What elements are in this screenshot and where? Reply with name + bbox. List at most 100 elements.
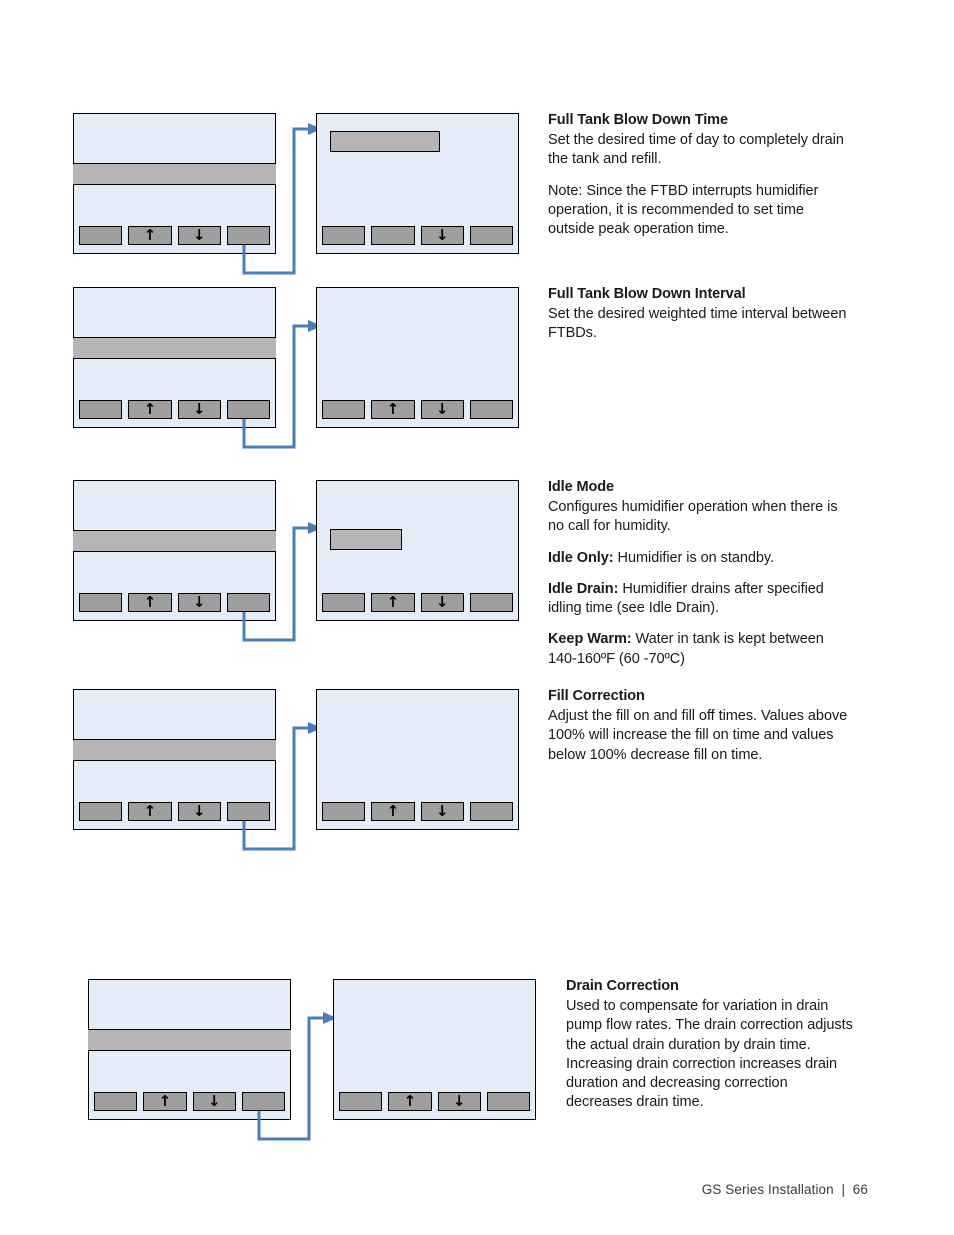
- softkey-enter[interactable]: [226, 593, 270, 612]
- softkey-down-arrow[interactable]: ↓: [192, 1091, 236, 1111]
- section-fill-correction: Fill Correction Adjust the fill on and f…: [548, 687, 854, 765]
- softkey-down-arrow[interactable]: ↓: [437, 1091, 481, 1111]
- softkey-1[interactable]: [322, 226, 366, 245]
- softkey-row: ↑ ↓: [317, 400, 518, 419]
- definition-keep-warm: Keep Warm: Water in tank is kept between…: [548, 630, 854, 669]
- softkey-up-arrow[interactable]: ↑: [388, 1091, 432, 1111]
- softkey-row: ↑ ↓: [74, 802, 275, 821]
- softkey-1[interactable]: [339, 1092, 383, 1111]
- softkey-down-arrow[interactable]: ↓: [177, 399, 221, 419]
- up-arrow-icon: ↑: [386, 399, 400, 418]
- down-arrow-icon: ↓: [435, 399, 449, 418]
- softkey-down-arrow[interactable]: ↓: [177, 592, 221, 612]
- definition-idle-drain: Idle Drain: Humidifier drains after spec…: [548, 580, 854, 619]
- definition-term: Keep Warm:: [548, 631, 632, 648]
- softkey-1[interactable]: [79, 593, 123, 612]
- menu-highlight-row: [73, 530, 276, 552]
- softkey-down-arrow[interactable]: ↓: [420, 399, 464, 419]
- down-arrow-icon: ↓: [452, 1091, 466, 1110]
- menu-screen-idle-mode[interactable]: ↑ ↓: [73, 480, 276, 621]
- section-note: Note: Since the FTBD interrupts humidifi…: [548, 182, 819, 238]
- softkey-2[interactable]: [371, 226, 415, 245]
- softkey-row: ↑ ↓: [317, 593, 518, 612]
- softkey-up-arrow[interactable]: ↑: [371, 801, 415, 821]
- softkey-up-arrow[interactable]: ↑: [128, 801, 172, 821]
- softkey-1[interactable]: [94, 1092, 138, 1111]
- down-arrow-icon: ↓: [435, 801, 449, 820]
- down-arrow-icon: ↓: [207, 1091, 221, 1110]
- menu-screen-ftbd-interval[interactable]: ↑ ↓: [73, 287, 276, 428]
- up-arrow-icon: ↑: [386, 801, 400, 820]
- softkey-1[interactable]: [322, 802, 366, 821]
- down-arrow-icon: ↓: [192, 225, 206, 244]
- up-arrow-icon: ↑: [143, 801, 157, 820]
- detail-screen-idle-mode[interactable]: ↑ ↓: [316, 480, 519, 621]
- menu-highlight-row: [88, 1029, 291, 1051]
- up-arrow-icon: ↑: [158, 1091, 172, 1110]
- detail-value-highlight: [330, 131, 440, 152]
- softkey-down-arrow[interactable]: ↓: [420, 801, 464, 821]
- definition-idle-only: Idle Only: Humidifier is on standby.: [548, 549, 854, 568]
- softkey-enter[interactable]: [226, 802, 270, 821]
- softkey-down-arrow[interactable]: ↓: [420, 592, 464, 612]
- softkey-up-arrow[interactable]: ↑: [128, 592, 172, 612]
- softkey-enter[interactable]: [226, 226, 270, 245]
- section-paragraph: Set the desired time of day to completel…: [548, 132, 844, 168]
- softkey-down-arrow[interactable]: ↓: [177, 801, 221, 821]
- softkey-1[interactable]: [79, 226, 123, 245]
- softkey-4[interactable]: [469, 400, 513, 419]
- section-title: Fill Correction: [548, 688, 645, 704]
- softkey-up-arrow[interactable]: ↑: [143, 1091, 187, 1111]
- detail-screen-ftbd-interval[interactable]: ↑ ↓: [316, 287, 519, 428]
- menu-screen-drain-correction[interactable]: ↑ ↓: [88, 979, 291, 1120]
- section-paragraph: Adjust the fill on and fill off times. V…: [548, 708, 848, 763]
- menu-highlight-row: [73, 163, 276, 185]
- softkey-row: ↑ ↓: [317, 802, 518, 821]
- up-arrow-icon: ↑: [143, 592, 157, 611]
- up-arrow-icon: ↑: [386, 592, 400, 611]
- softkey-up-arrow[interactable]: ↑: [128, 226, 172, 245]
- page-footer: GS Series Installation | 66: [701, 1182, 868, 1197]
- detail-value-highlight: [330, 529, 402, 550]
- section-title: Drain Correction: [566, 978, 679, 994]
- softkey-row: ↑ ↓: [74, 226, 275, 245]
- softkey-4[interactable]: [469, 226, 513, 245]
- softkey-row: ↓: [317, 226, 518, 245]
- detail-screen-drain-correction[interactable]: ↑ ↓: [333, 979, 536, 1120]
- up-arrow-icon: ↑: [403, 1091, 417, 1110]
- down-arrow-icon: ↓: [435, 225, 449, 244]
- softkey-1[interactable]: [322, 593, 366, 612]
- softkey-4[interactable]: [469, 802, 513, 821]
- softkey-1[interactable]: [79, 802, 123, 821]
- softkey-row: ↑ ↓: [89, 1092, 290, 1111]
- detail-screen-ftbd-time[interactable]: ↓: [316, 113, 519, 254]
- softkey-up-arrow[interactable]: ↑: [371, 592, 415, 612]
- softkey-4[interactable]: [486, 1092, 530, 1111]
- menu-screen-fill-correction[interactable]: ↑ ↓: [73, 689, 276, 830]
- softkey-down-arrow[interactable]: ↓: [177, 225, 221, 245]
- softkey-1[interactable]: [322, 400, 366, 419]
- menu-highlight-row: [73, 337, 276, 359]
- section-drain-correction: Drain Correction Used to compensate for …: [566, 977, 854, 1113]
- softkey-row: ↑ ↓: [334, 1092, 535, 1111]
- section-paragraph: Used to compensate for variation in drai…: [566, 998, 853, 1111]
- menu-screen-ftbd-time[interactable]: ↑ ↓: [73, 113, 276, 254]
- down-arrow-icon: ↓: [192, 399, 206, 418]
- section-title: Full Tank Blow Down Interval: [548, 286, 746, 302]
- section-full-tank-blow-down-interval: Full Tank Blow Down Interval Set the des…: [548, 285, 854, 344]
- down-arrow-icon: ↓: [192, 592, 206, 611]
- softkey-up-arrow[interactable]: ↑: [371, 399, 415, 419]
- softkey-1[interactable]: [79, 400, 123, 419]
- down-arrow-icon: ↓: [192, 801, 206, 820]
- softkey-up-arrow[interactable]: ↑: [128, 399, 172, 419]
- softkey-enter[interactable]: [226, 400, 270, 419]
- softkey-down-arrow[interactable]: ↓: [420, 225, 464, 245]
- softkey-4[interactable]: [469, 593, 513, 612]
- section-title: Idle Mode: [548, 479, 614, 495]
- detail-screen-fill-correction[interactable]: ↑ ↓: [316, 689, 519, 830]
- softkey-row: ↑ ↓: [74, 400, 275, 419]
- down-arrow-icon: ↓: [435, 592, 449, 611]
- up-arrow-icon: ↑: [143, 399, 157, 418]
- section-paragraph: Configures humidifier operation when the…: [548, 499, 838, 535]
- softkey-enter[interactable]: [241, 1092, 285, 1111]
